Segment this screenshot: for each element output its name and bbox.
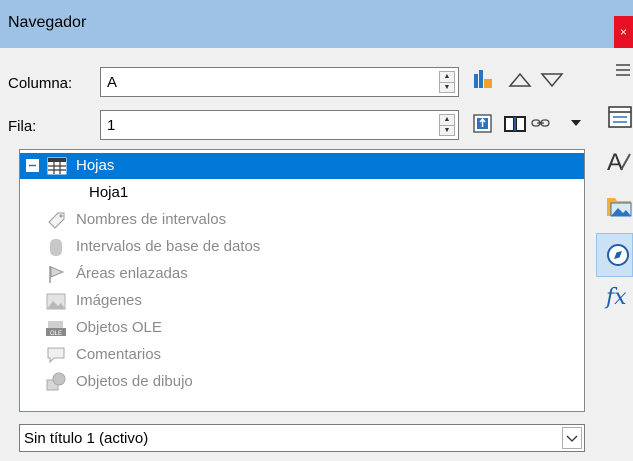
row-spinfield[interactable]: 1 ▲ ▼ bbox=[100, 110, 459, 140]
navigator-icon[interactable] bbox=[602, 238, 632, 272]
column-value: A bbox=[107, 74, 118, 91]
drag-mode-icon[interactable] bbox=[472, 112, 494, 134]
functions-icon[interactable]: fx bbox=[606, 285, 633, 319]
ole-objects-icon: OLE bbox=[46, 321, 66, 337]
promote-icon[interactable] bbox=[503, 112, 527, 134]
link-mode-icon[interactable] bbox=[530, 112, 552, 134]
row-label: Fila: bbox=[8, 118, 37, 135]
chevron-down-icon bbox=[566, 435, 578, 442]
next-icon[interactable] bbox=[540, 70, 564, 90]
row-value: 1 bbox=[107, 117, 116, 134]
tree-item-sheet1[interactable]: Hoja1 bbox=[20, 180, 584, 206]
tree-item-label: Áreas enlazadas bbox=[76, 265, 188, 282]
images-icon bbox=[46, 293, 66, 310]
sheets-icon bbox=[47, 157, 67, 175]
styles-icon[interactable]: A bbox=[602, 146, 632, 180]
spin-down-icon[interactable]: ▼ bbox=[440, 126, 454, 136]
menu-icon[interactable] bbox=[602, 60, 632, 94]
comments-icon bbox=[47, 347, 65, 364]
toggle-content-icon[interactable] bbox=[472, 68, 494, 92]
column-label: Columna: bbox=[8, 75, 73, 92]
range-names-icon bbox=[48, 212, 65, 229]
previous-icon[interactable] bbox=[508, 70, 532, 90]
tree-item-label: Nombres de intervalos bbox=[76, 211, 227, 228]
tree-item-label: Objetos de dibujo bbox=[76, 373, 193, 390]
svg-text:OLE: OLE bbox=[50, 331, 62, 337]
tree-item-label: Hojas bbox=[76, 157, 115, 174]
document-select-value: Sin título 1 (activo) bbox=[24, 430, 149, 447]
linked-areas-icon bbox=[49, 266, 65, 283]
tree-item-linked-areas[interactable]: Áreas enlazadas bbox=[20, 261, 584, 287]
tree-item-label: Objetos OLE bbox=[76, 319, 162, 336]
tree-item-sheets[interactable]: Hojas bbox=[20, 153, 584, 179]
drawing-objects-icon bbox=[46, 372, 66, 391]
properties-icon[interactable] bbox=[602, 103, 632, 137]
tree-item-label: Imágenes bbox=[76, 292, 142, 309]
column-spinfield[interactable]: A ▲ ▼ bbox=[100, 67, 459, 97]
collapse-icon[interactable] bbox=[26, 159, 39, 172]
row-spin-buttons[interactable]: ▲ ▼ bbox=[439, 114, 455, 136]
tree-item-images[interactable]: Imágenes bbox=[20, 288, 584, 314]
tree-item-drawing-objects[interactable]: Objetos de dibujo bbox=[20, 369, 584, 395]
spin-up-icon[interactable]: ▲ bbox=[440, 72, 454, 83]
tree-item-comments[interactable]: Comentarios bbox=[20, 342, 584, 368]
tree-item-label: Comentarios bbox=[76, 346, 162, 363]
document-select[interactable]: Sin título 1 (activo) bbox=[19, 424, 585, 452]
tree-item-label: Hoja1 bbox=[89, 184, 129, 201]
close-button[interactable]: × bbox=[614, 16, 633, 48]
tree-item-label: Intervalos de base de datos bbox=[76, 238, 261, 255]
svg-text:A: A bbox=[607, 149, 623, 176]
column-spin-buttons[interactable]: ▲ ▼ bbox=[439, 71, 455, 93]
window-title: Navegador bbox=[8, 14, 87, 31]
tree-item-range-names[interactable]: Nombres de intervalos bbox=[20, 207, 584, 233]
title-bar: Navegador × bbox=[0, 0, 633, 48]
spin-down-icon[interactable]: ▼ bbox=[440, 83, 454, 93]
database-ranges-icon bbox=[50, 239, 62, 256]
spin-up-icon[interactable]: ▲ bbox=[440, 115, 454, 126]
dropdown-arrow-icon[interactable] bbox=[570, 118, 582, 128]
tree-item-ole-objects[interactable]: OLE Objetos OLE bbox=[20, 315, 584, 341]
sidebar-tabbar: A fx bbox=[596, 48, 633, 461]
tree-item-database-ranges[interactable]: Intervalos de base de datos bbox=[20, 234, 584, 260]
gallery-icon[interactable] bbox=[602, 190, 632, 224]
navigator-tree[interactable]: Hojas Hoja1 Nombres de intervalos Interv… bbox=[19, 149, 585, 412]
document-dropdown-button[interactable] bbox=[562, 427, 582, 449]
